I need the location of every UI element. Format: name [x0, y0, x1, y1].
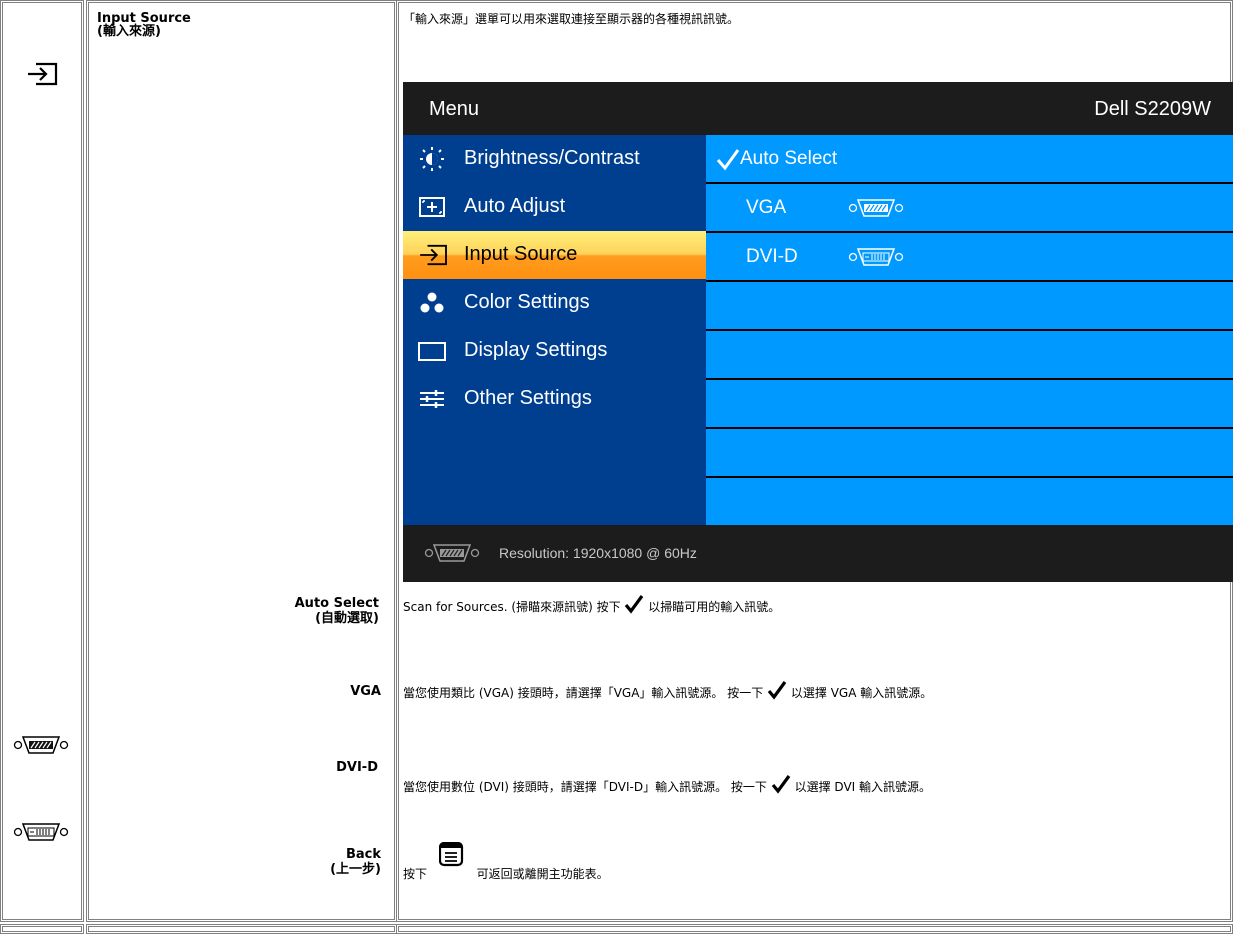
auto-select-desc-part1: Scan for Sources. (掃瞄來源訊號) 按下 [403, 600, 621, 614]
osd-submenu-empty-row [706, 282, 1233, 329]
auto-select-label: Auto Select (自動選取) [86, 596, 379, 626]
osd-header: Menu Dell S2209W [403, 82, 1233, 135]
dvi-label-en: DVI-D [336, 760, 378, 775]
checkmark-icon [716, 149, 740, 171]
back-label: Back (上一步) [86, 847, 381, 877]
back-desc-part1: 按下 [403, 867, 428, 881]
osd-submenu-vga: VGA [706, 184, 1233, 231]
osd-menu-item-auto-adjust: Auto Adjust [403, 183, 706, 231]
auto-select-desc-part2: 以掃瞄可用的輸入訊號。 [648, 600, 781, 614]
osd-submenu-label: Auto Select [740, 148, 838, 169]
input-source-icon [420, 244, 447, 266]
osd-menu-screenshot: Menu Dell S2209W Brightness/Contrast Aut… [403, 82, 1233, 582]
osd-submenu-empty-row [706, 380, 1233, 427]
next-row-icon-cell [0, 924, 84, 934]
osd-menu-item-color-settings: Color Settings [403, 279, 706, 327]
osd-menu-item-display-settings: Display Settings [403, 327, 706, 375]
osd-submenu-empty-row [706, 429, 1233, 476]
section-description: 「輸入來源」選單可以用來選取連接至顯示器的各種視訊訊號。 [403, 12, 740, 26]
osd-model-name: Dell S2209W [1094, 98, 1211, 120]
icon-column-cell [0, 0, 84, 922]
auto-select-description: Scan for Sources. (掃瞄來源訊號) 按下 以掃瞄可用的輸入訊號… [403, 594, 780, 618]
vga-connector-icon [13, 736, 69, 754]
checkmark-icon [771, 775, 791, 794]
osd-resolution-readout: Resolution: 1920x1080 @ 60Hz [499, 545, 697, 561]
auto-select-label-zh: (自動選取) [315, 611, 379, 626]
dvi-connector-icon [848, 248, 904, 266]
vga-description: 當您使用類比 (VGA) 接頭時，請選擇「VGA」輸入訊號源。 按一下 以選擇 … [403, 680, 932, 704]
osd-menu-item-other-settings: Other Settings [403, 375, 706, 423]
osd-submenu-label: DVI-D [746, 246, 798, 267]
osd-submenu-empty-row [706, 478, 1233, 525]
osd-menu-item-input-source: Input Source [403, 231, 706, 279]
vga-label-en: VGA [350, 684, 381, 699]
dvi-desc-part1: 當您使用數位 (DVI) 接頭時，請選擇「DVI-D」輸入訊號源。 按一下 [403, 780, 767, 794]
osd-menu-item-brightness-contrast: Brightness/Contrast [403, 135, 706, 183]
back-description: 按下 可返回或離開主功能表。 [403, 841, 609, 889]
osd-menu-item-label: Input Source [464, 243, 578, 265]
sliders-icon [420, 390, 444, 408]
dvi-connector-icon [13, 823, 69, 841]
osd-submenu-empty-row [706, 331, 1233, 378]
osd-menu-item-label: Brightness/Contrast [464, 147, 640, 169]
osd-footer: Resolution: 1920x1080 @ 60Hz [403, 525, 1233, 582]
back-label-en: Back [345, 847, 381, 862]
section-title-zh: (輸入來源) [97, 24, 161, 39]
vga-desc-part1: 當您使用類比 (VGA) 接頭時，請選擇「VGA」輸入訊號源。 按一下 [403, 686, 764, 700]
color-dots-icon [420, 292, 444, 313]
vga-connector-icon [424, 544, 480, 562]
dvi-label: DVI-D [86, 760, 378, 775]
display-rect-icon [418, 342, 446, 361]
dvi-desc-part2: 以選擇 DVI 輸入訊號源。 [794, 780, 932, 794]
checkmark-icon [767, 681, 787, 700]
osd-submenu: Auto Select VGA DVI-D [706, 135, 1233, 525]
osd-menu-item-label: Display Settings [464, 339, 608, 361]
vga-connector-icon [848, 199, 904, 217]
label-column-cell [86, 0, 397, 922]
dvi-description: 當您使用數位 (DVI) 接頭時，請選擇「DVI-D」輸入訊號源。 按一下 以選… [403, 774, 931, 798]
sun-icon [420, 147, 444, 171]
menu-button-icon [438, 841, 463, 867]
vga-label: VGA [86, 684, 381, 699]
osd-menu-item-label: Auto Adjust [464, 195, 566, 217]
osd-submenu-dvi-d: DVI-D [706, 233, 1233, 280]
auto-select-label-en: Auto Select [294, 596, 379, 611]
auto-adjust-icon [419, 197, 445, 217]
osd-main-menu: Brightness/Contrast Auto Adjust Input So… [403, 135, 706, 525]
osd-menu-item-label: Other Settings [464, 387, 592, 409]
checkmark-icon [625, 595, 644, 614]
osd-submenu-auto-select: Auto Select [706, 135, 1233, 182]
next-row-content-cell [396, 924, 1233, 934]
next-row-label-cell [86, 924, 397, 934]
osd-submenu-label: VGA [746, 197, 787, 218]
osd-header-title: Menu [429, 98, 480, 120]
vga-desc-part2: 以選擇 VGA 輸入訊號源。 [790, 686, 933, 700]
osd-menu-item-label: Color Settings [464, 291, 590, 313]
back-label-zh: (上一步) [330, 862, 381, 877]
input-source-icon [28, 62, 58, 86]
back-desc-part2: 可返回或離開主功能表。 [476, 867, 609, 881]
